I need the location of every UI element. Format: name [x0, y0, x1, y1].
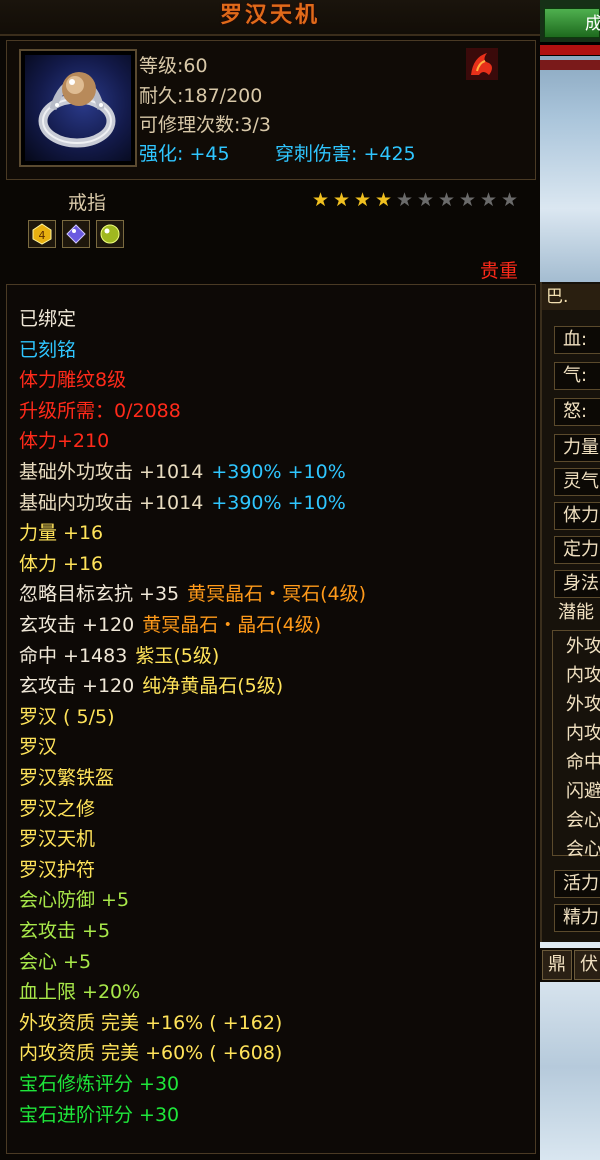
attr-stamina: 体力: [554, 502, 600, 530]
attribute-line: 玄攻击 +120 纯净黄晶石(5级): [19, 675, 284, 698]
attr-hit: 命中: [566, 752, 600, 773]
attr-spirit: 灵气: [554, 468, 600, 496]
attr-qi: 气:: [554, 362, 600, 390]
item-name: 罗汉天机: [219, 3, 320, 28]
attribute-line: 血上限 +20%: [19, 981, 141, 1004]
attribute-line: 已刻铭: [19, 338, 77, 361]
attribute-line: 宝石进阶评分 +30: [19, 1103, 180, 1126]
attribute-line: 罗汉之修: [19, 797, 96, 820]
attribute-line: 体力雕纹8级: [19, 369, 127, 392]
attr-potential: 潜能: [558, 602, 594, 623]
star-filled-icon: ★: [333, 189, 351, 211]
attribute-line: 罗汉天机: [19, 828, 96, 851]
item-tooltip: 罗汉天机 等级:60 耐久:187/200 可修理次数:3/3 强化: +45 …: [0, 0, 540, 1160]
item-pierce-damage: 穿刺伤害: +425: [275, 143, 416, 165]
yellow-gem-icon: 4: [32, 223, 52, 245]
star-empty-icon: ★: [438, 189, 456, 211]
item-enhance: 强化: +45: [139, 143, 230, 165]
item-header: 等级:60 耐久:187/200 可修理次数:3/3 强化: +45 穿刺伤害:…: [6, 40, 536, 180]
gem-slot-2[interactable]: [62, 220, 90, 248]
gem-slot-1[interactable]: 4: [28, 220, 56, 248]
attribute-line: 基础外功攻击 +1014 +390% +10%: [19, 461, 346, 483]
attribute-line: 宝石修炼评分 +30: [19, 1073, 180, 1095]
attr-ext-attack: 外攻: [566, 636, 600, 657]
attr-energy: 精力: [554, 904, 600, 932]
attr-vitality: 活力: [554, 870, 600, 898]
side-tab-bar: 鼎 伏: [540, 948, 600, 982]
attribute-line: 罗汉: [19, 736, 58, 759]
attr-agility: 身法: [554, 570, 600, 598]
star-empty-icon: ★: [417, 189, 435, 211]
attribute-line: 力量 +16: [19, 522, 104, 545]
gem-slot-3[interactable]: [96, 220, 124, 248]
item-type: 戒指: [68, 192, 107, 214]
item-level: 等级:60: [139, 55, 208, 77]
attr-crit-defense: 会心: [566, 839, 600, 860]
attr-hp: 血:: [554, 326, 600, 354]
attribute-line: 升级所需：0/2088: [19, 399, 181, 422]
attribute-line: 玄攻击 +5: [19, 920, 111, 942]
health-bar: [540, 44, 600, 56]
item-rarity: 贵重: [480, 260, 519, 282]
star-empty-icon: ★: [459, 189, 477, 211]
star-filled-icon: ★: [354, 189, 372, 211]
attribute-line: 基础内功攻击 +1014 +390% +10%: [19, 491, 346, 514]
purple-gem-icon: [66, 224, 86, 244]
attribute-line: 罗汉护符: [19, 858, 96, 881]
attribute-line: 罗汉繁铁盔: [19, 767, 115, 789]
attr-ext-defense: 外攻: [566, 694, 600, 715]
star-filled-icon: ★: [312, 189, 330, 211]
ring-icon: [38, 72, 116, 148]
green-gem-icon: [100, 224, 120, 244]
star-empty-icon: ★: [501, 189, 519, 211]
svg-text:4: 4: [39, 229, 46, 242]
scene-top-button[interactable]: 成: [544, 8, 600, 38]
attribute-line: 罗汉 ( 5/5): [19, 705, 115, 728]
star-empty-icon: ★: [480, 189, 498, 211]
attribute-line: 会心 +5: [19, 950, 92, 973]
attribute-line: 忽略目标玄抗 +35 黄冥晶石・冥石(4级): [19, 583, 367, 606]
tab-ding[interactable]: 鼎: [542, 950, 572, 980]
attr-focus: 定力: [554, 536, 600, 564]
attribute-line: 命中 +1483 紫玉(5级): [19, 644, 220, 667]
item-summary: 戒指 4 ★ ★ ★ ★ ★ ★ ★ ★ ★ ★ 贵重: [6, 182, 536, 282]
item-repair-count: 可修理次数:3/3: [139, 114, 271, 136]
health-bar-secondary: [540, 60, 600, 70]
tooltip-title-bar: 罗汉天机: [0, 0, 540, 36]
attribute-line: 已绑定: [19, 308, 77, 330]
attribute-line: 玄攻击 +120 黄冥晶石・晶石(4级): [19, 614, 322, 636]
attribute-panel-header: 巴.: [542, 284, 600, 310]
tab-fu[interactable]: 伏: [574, 950, 600, 980]
character-attribute-panel: 巴. 血: 气: 怒: 力量 灵气 体力 定力 身法 潜能 外攻 内攻 外攻 内…: [540, 282, 600, 942]
attribute-line: 外攻资质 完美 +16% ( +162): [19, 1011, 283, 1034]
attr-int-defense: 内攻: [566, 723, 600, 744]
attr-int-attack: 内攻: [566, 665, 600, 686]
star-filled-icon: ★: [375, 189, 393, 211]
attr-strength: 力量: [554, 434, 600, 462]
attr-crit: 会心: [566, 810, 600, 831]
attr-rage: 怒:: [554, 398, 600, 426]
attr-dodge: 闪避: [566, 781, 600, 802]
item-attributes: 已绑定已刻铭体力雕纹8级升级所需：0/2088 体力+210 基础外功攻击 +101…: [6, 284, 536, 1154]
star-empty-icon: ★: [396, 189, 414, 211]
bound-mark-icon: [466, 48, 498, 80]
attribute-line: 会心防御 +5: [19, 889, 130, 912]
attribute-line: 内攻资质 完美 +60% ( +608): [19, 1042, 283, 1065]
item-icon: [19, 49, 137, 167]
attribute-line: 体力+210: [19, 430, 110, 453]
item-durability: 耐久:187/200: [139, 85, 263, 107]
attribute-line: 体力 +16: [19, 552, 104, 575]
